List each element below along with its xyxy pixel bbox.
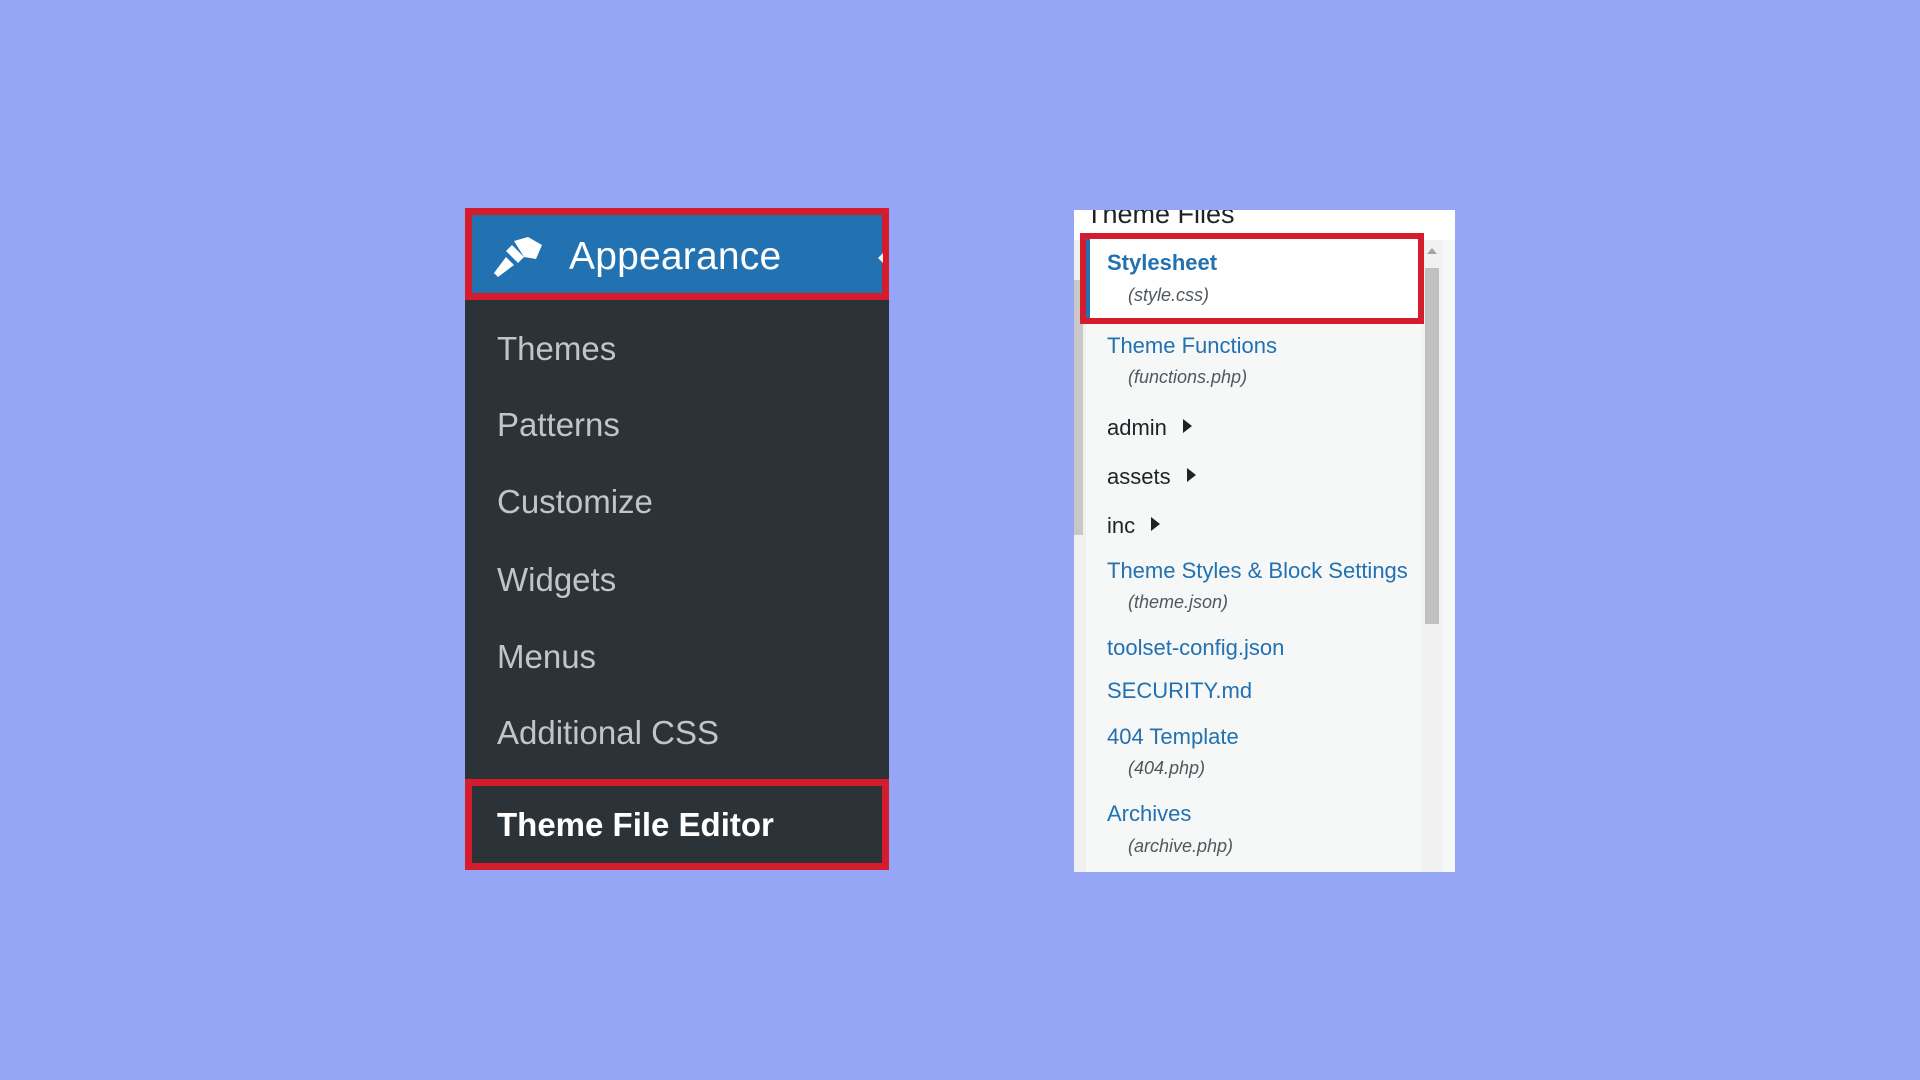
file-sub-archive-php: (archive.php) xyxy=(1128,836,1234,856)
folder-label-admin: admin xyxy=(1107,415,1167,440)
appearance-menu-title: Appearance xyxy=(569,235,782,278)
menu-notch xyxy=(878,253,883,263)
file-name-theme-styles[interactable]: Theme Styles & Block Settings xyxy=(1107,557,1408,585)
file-sub-style-css: (style.css) xyxy=(1128,285,1209,305)
folder-inc[interactable]: inc xyxy=(1107,512,1161,540)
file-name-stylesheet: Stylesheet xyxy=(1107,250,1218,275)
file-name-security-md[interactable]: SECURITY.md xyxy=(1107,677,1252,705)
submenu-item-widgets[interactable]: Widgets xyxy=(497,560,616,600)
theme-files-panel: Theme Files Stylesheet (style.css) Theme… xyxy=(1074,210,1455,872)
appearance-menu: Appearance Themes Patterns Customize Wid… xyxy=(465,208,889,870)
file-sub-functions-php: (functions.php) xyxy=(1128,367,1248,387)
right-scrollbar-thumb[interactable] xyxy=(1425,268,1439,624)
appearance-menu-header[interactable]: Appearance xyxy=(465,208,889,300)
submenu-item-patterns[interactable]: Patterns xyxy=(497,405,620,445)
submenu-item-additional-css[interactable]: Additional CSS xyxy=(497,713,719,753)
paintbrush-icon xyxy=(494,237,542,277)
expand-caret-icon[interactable] xyxy=(1186,468,1196,482)
file-sub-404-php: (404.php) xyxy=(1128,758,1206,778)
folder-assets[interactable]: assets xyxy=(1107,463,1196,491)
submenu-item-themes[interactable]: Themes xyxy=(497,329,616,369)
left-scrollbar[interactable] xyxy=(1074,240,1086,872)
folder-label-assets: assets xyxy=(1107,464,1171,489)
file-name-archives[interactable]: Archives xyxy=(1107,800,1191,828)
folder-admin[interactable]: admin xyxy=(1107,414,1192,442)
file-name-toolset-config[interactable]: toolset-config.json xyxy=(1107,634,1284,662)
folder-label-inc: inc xyxy=(1107,513,1136,538)
theme-file-editor-label: Theme File Editor xyxy=(497,806,774,843)
submenu-item-theme-file-editor[interactable]: Theme File Editor xyxy=(465,779,889,870)
file-item-stylesheet[interactable]: Stylesheet (style.css) xyxy=(1080,233,1424,324)
submenu-item-menus[interactable]: Menus xyxy=(497,637,596,677)
expand-caret-icon[interactable] xyxy=(1151,517,1161,531)
scroll-up-arrow-icon[interactable] xyxy=(1427,248,1437,254)
right-scrollbar[interactable] xyxy=(1422,240,1442,872)
file-sub-theme-json: (theme.json) xyxy=(1128,592,1229,612)
file-name-404-template[interactable]: 404 Template xyxy=(1107,723,1239,751)
submenu-item-customize[interactable]: Customize xyxy=(497,482,653,522)
file-name-theme-functions[interactable]: Theme Functions xyxy=(1107,332,1277,360)
expand-caret-icon[interactable] xyxy=(1182,419,1192,433)
theme-files-title: Theme Files xyxy=(1086,210,1235,229)
